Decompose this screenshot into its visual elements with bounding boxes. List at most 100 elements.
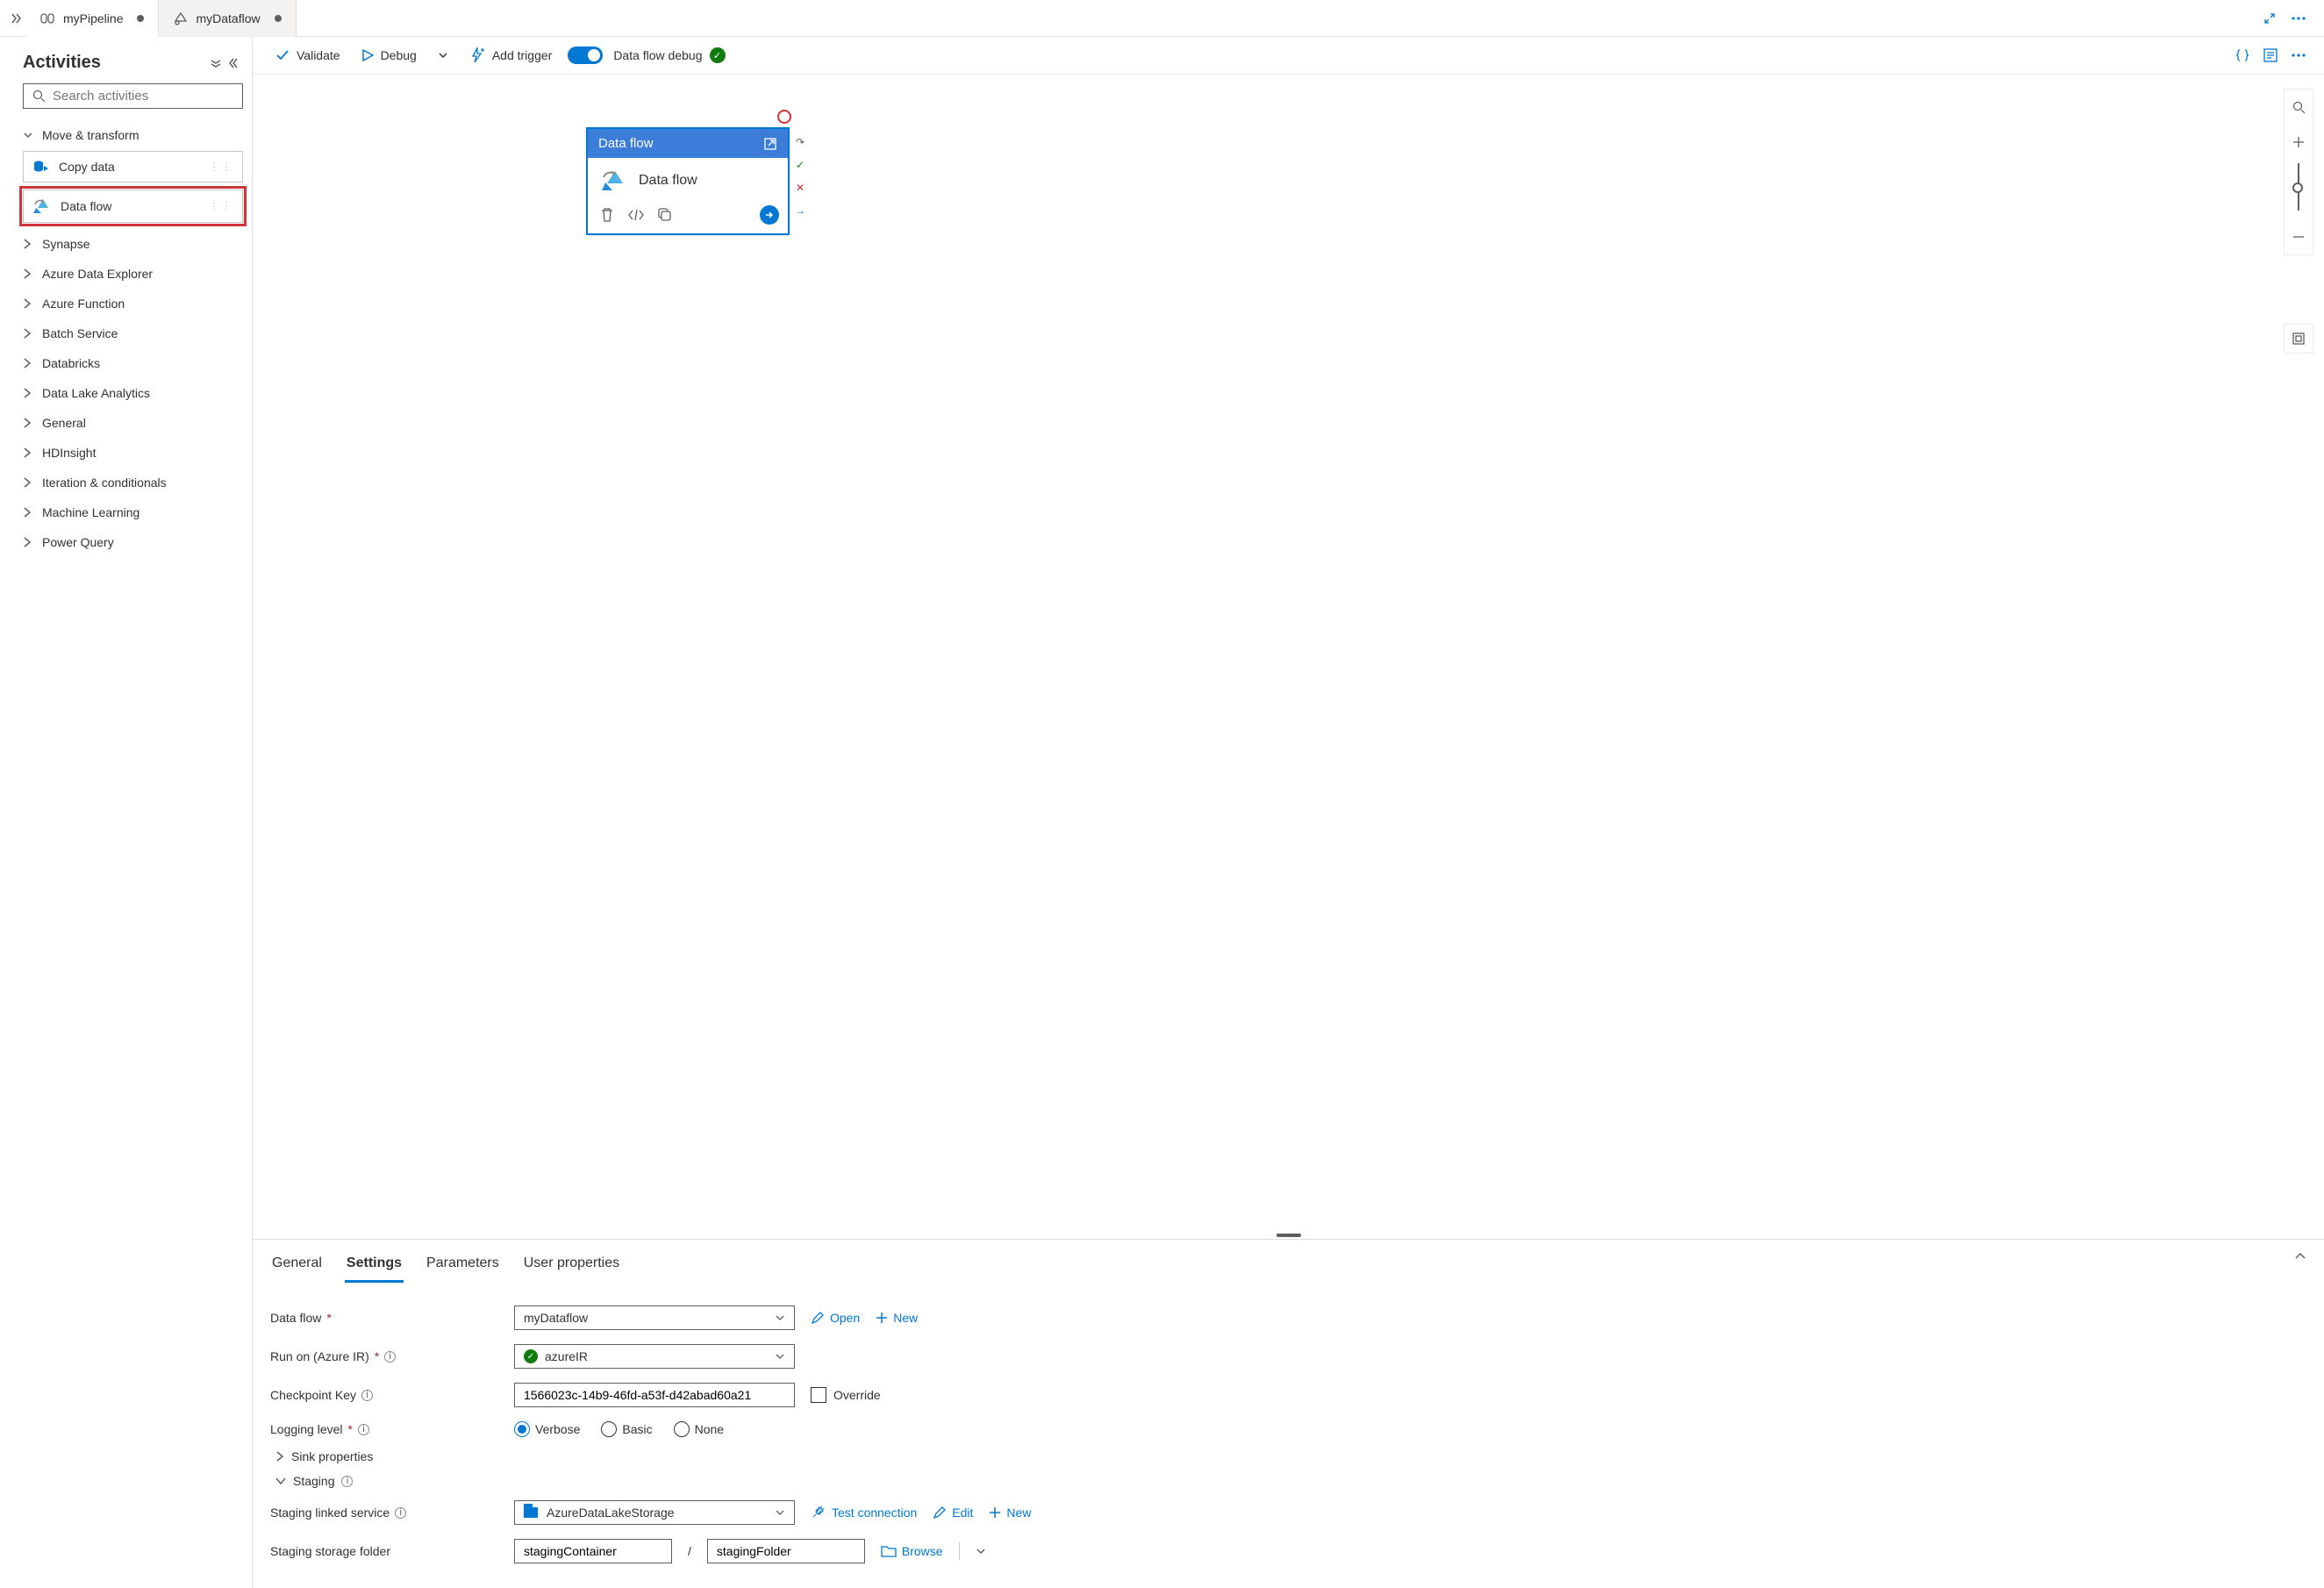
more-icon[interactable]	[2291, 53, 2306, 58]
category-item[interactable]: Synapse	[23, 230, 243, 260]
runon-select[interactable]: ✓azureIR	[514, 1344, 795, 1369]
plus-icon	[876, 1312, 888, 1324]
staging-folder-input[interactable]	[707, 1539, 865, 1563]
radio-verbose[interactable]: Verbose	[514, 1421, 580, 1437]
trigger-icon	[469, 47, 485, 63]
open-external-icon[interactable]	[763, 137, 777, 151]
category-label: Azure Data Explorer	[42, 267, 153, 281]
category-move-transform[interactable]: Move & transform	[23, 121, 243, 151]
content-area: Validate Debug Add trigger Data flow deb…	[253, 37, 2324, 1588]
pipeline-icon	[40, 11, 56, 26]
validate-label: Validate	[297, 48, 340, 62]
browse-button[interactable]: Browse	[881, 1544, 943, 1558]
collapse-panel-icon[interactable]	[2294, 1250, 2306, 1283]
category-item[interactable]: Databricks	[23, 349, 243, 379]
chevron-right-icon	[23, 358, 35, 368]
validate-button[interactable]: Validate	[270, 45, 346, 66]
more-icon[interactable]	[2291, 16, 2306, 21]
panel-tab-user-properties[interactable]: User properties	[522, 1250, 621, 1283]
category-label: Azure Function	[42, 297, 125, 311]
canvas-zoom-tools	[2284, 89, 2313, 255]
delete-icon[interactable]	[600, 207, 614, 223]
category-item[interactable]: HDInsight	[23, 439, 243, 469]
search-field[interactable]	[53, 89, 233, 104]
pipeline-canvas[interactable]: Data flow Data flow ↷ ✓ ✕ →	[253, 75, 2324, 1232]
panel-resize-handle[interactable]	[253, 1232, 2324, 1239]
runon-field-label: Run on (Azure IR)	[270, 1349, 369, 1363]
dataflow-debug-toggle[interactable]	[568, 46, 603, 64]
category-label: HDInsight	[42, 446, 96, 460]
tab-label: myDataflow	[196, 11, 260, 25]
dataflow-field-label: Data flow	[270, 1311, 321, 1325]
collapse-sidebar-icon[interactable]	[229, 57, 241, 69]
category-label: Databricks	[42, 356, 100, 370]
drag-handle-icon: ⋮⋮	[209, 200, 233, 212]
panel-tab-general[interactable]: General	[270, 1250, 324, 1283]
radio-basic[interactable]: Basic	[601, 1421, 652, 1437]
zoom-slider[interactable]	[2298, 163, 2299, 211]
success-icon: ✓	[793, 158, 807, 172]
expand-tabs-button[interactable]	[5, 12, 26, 25]
debug-dropdown[interactable]	[433, 46, 454, 64]
test-connection-button[interactable]: Test connection	[811, 1506, 917, 1520]
run-node-button[interactable]	[760, 205, 779, 225]
chevron-right-icon	[23, 418, 35, 428]
browse-dropdown-icon[interactable]	[976, 1546, 986, 1556]
staging-expand[interactable]: Staging i	[275, 1469, 2306, 1493]
drag-handle-icon: ⋮⋮	[209, 161, 233, 173]
override-label: Override	[833, 1388, 881, 1402]
zoom-out-button[interactable]	[2285, 219, 2313, 254]
category-item[interactable]: Data Lake Analytics	[23, 379, 243, 409]
activity-copy-data[interactable]: Copy data ⋮⋮	[23, 151, 243, 182]
main-layout: Activities Move & transform Copy data ⋮⋮…	[0, 37, 2324, 1588]
debug-button[interactable]: Debug	[356, 45, 422, 66]
code-icon[interactable]	[628, 209, 644, 221]
canvas-node-dataflow[interactable]: Data flow Data flow	[586, 127, 790, 235]
dataflow-icon	[173, 11, 189, 26]
canvas-search-icon[interactable]	[2285, 89, 2313, 125]
new-linked-service-button[interactable]: New	[989, 1506, 1031, 1520]
chevron-expand-icon[interactable]	[210, 57, 222, 69]
chevron-right-icon	[23, 537, 35, 547]
category-item[interactable]: Iteration & conditionals	[23, 469, 243, 498]
dataflow-select[interactable]: myDataflow	[514, 1305, 795, 1330]
open-dataflow-button[interactable]: Open	[811, 1311, 860, 1325]
panel-tab-settings[interactable]: Settings	[345, 1250, 404, 1283]
sink-properties-expand[interactable]: Sink properties	[275, 1444, 2306, 1469]
search-input[interactable]	[23, 83, 243, 109]
edit-linked-service-button[interactable]: Edit	[933, 1506, 973, 1520]
zoom-in-button[interactable]	[2285, 125, 2313, 160]
tab-pipeline[interactable]: myPipeline	[26, 0, 158, 37]
tab-dataflow[interactable]: myDataflow	[158, 0, 296, 37]
node-body-label: Data flow	[639, 173, 697, 189]
checkpoint-input[interactable]	[514, 1383, 795, 1407]
search-icon	[32, 89, 46, 103]
add-trigger-button[interactable]: Add trigger	[464, 44, 557, 67]
clone-icon[interactable]	[658, 208, 672, 222]
category-item[interactable]: Azure Function	[23, 290, 243, 319]
logging-field-label: Logging level	[270, 1422, 343, 1436]
category-item[interactable]: Azure Data Explorer	[23, 260, 243, 290]
redo-icon: ↷	[793, 135, 807, 149]
json-icon[interactable]	[2235, 47, 2250, 63]
runon-select-value: azureIR	[545, 1349, 588, 1363]
category-item[interactable]: Machine Learning	[23, 498, 243, 528]
fit-to-screen-button[interactable]	[2284, 324, 2313, 354]
staging-linked-select[interactable]: AzureDataLakeStorage	[514, 1500, 795, 1525]
expand-window-icon[interactable]	[2263, 11, 2277, 25]
activity-data-flow[interactable]: Data flow ⋮⋮	[23, 190, 243, 223]
override-checkbox[interactable]	[811, 1387, 826, 1403]
category-item[interactable]: Batch Service	[23, 319, 243, 349]
debug-label: Debug	[381, 48, 417, 62]
dataflow-select-value: myDataflow	[524, 1311, 588, 1325]
radio-none[interactable]: None	[674, 1421, 724, 1437]
staging-container-input[interactable]	[514, 1539, 672, 1563]
folder-icon	[881, 1545, 897, 1557]
category-item[interactable]: General	[23, 409, 243, 439]
path-separator: /	[688, 1544, 691, 1558]
new-dataflow-button[interactable]: New	[876, 1311, 918, 1325]
panel-tab-parameters[interactable]: Parameters	[425, 1250, 501, 1283]
category-item[interactable]: Power Query	[23, 528, 243, 558]
properties-icon[interactable]	[2263, 47, 2278, 63]
chevron-down-icon	[23, 130, 35, 140]
